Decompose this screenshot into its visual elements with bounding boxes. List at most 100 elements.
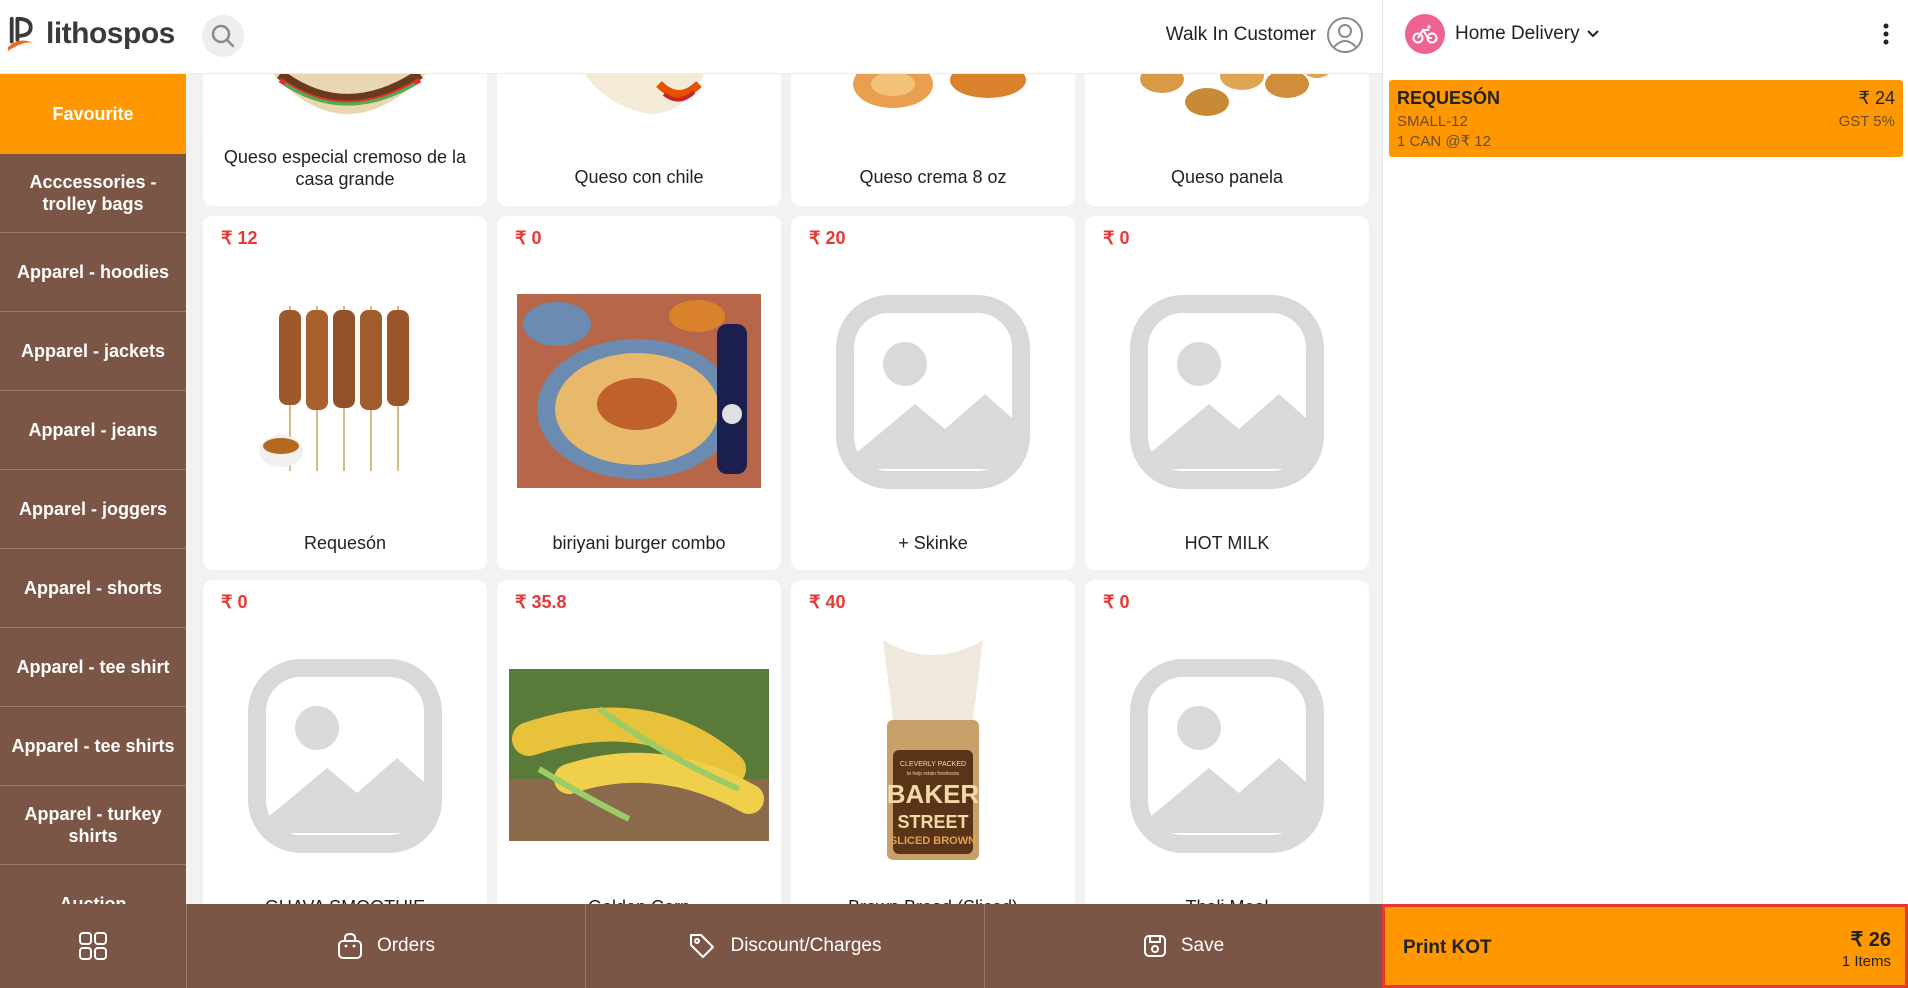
- category-apparel-hoodies[interactable]: Apparel - hoodies: [0, 233, 186, 312]
- product-card[interactable]: ₹ 0 biriyani burger combo: [497, 216, 781, 570]
- category-apparel-tee-shirts[interactable]: Apparel - tee shirts: [0, 707, 186, 786]
- grid-icon: [79, 932, 107, 960]
- bread-brand-line: STREET: [897, 812, 968, 832]
- product-price: ₹ 0: [1103, 592, 1130, 612]
- product-name: HOT MILK: [1184, 533, 1270, 553]
- save-icon: [1143, 935, 1166, 957]
- search-button[interactable]: [202, 15, 244, 57]
- order-item-gst: GST 5%: [1838, 113, 1895, 130]
- product-name: Requesón: [303, 533, 387, 553]
- product-card[interactable]: ₹ 20 + Skinke: [791, 216, 1075, 570]
- product-card[interactable]: ₹ 35.8 Golden Corn: [497, 580, 781, 904]
- order-type-selector[interactable]: Home Delivery: [1405, 14, 1600, 54]
- product-price: ₹ 12: [221, 228, 258, 248]
- orders-button[interactable]: Orders: [187, 904, 586, 988]
- discount-charges-button[interactable]: Discount/Charges: [586, 904, 985, 988]
- product-card[interactable]: Queso crema 8 oz: [791, 74, 1075, 206]
- product-card[interactable]: ₹ 0 Thali Meal: [1085, 580, 1369, 904]
- print-kot-button[interactable]: Print KOT ₹ 26 1 Items: [1382, 904, 1908, 988]
- bread-brand-line: CLEVERLY PACKED: [900, 761, 966, 768]
- product-card[interactable]: ₹ 40 CLEVERLY PACKED to help retain fres…: [791, 580, 1075, 904]
- product-name: Queso especial cremoso de la casa grande: [223, 147, 467, 189]
- wrap-photo: [497, 74, 781, 120]
- bread-brand-line: to help retain freshness: [907, 771, 959, 777]
- orders-label: Orders: [376, 935, 436, 956]
- top-header: lithospos Walk In Customer: [0, 0, 1382, 74]
- product-name: Brown Bread (Sliced): [801, 896, 1065, 904]
- category-favourite[interactable]: Favourite: [0, 74, 186, 154]
- product-price: ₹ 0: [1103, 228, 1130, 248]
- product-card[interactable]: ₹ 0 HOT MILK: [1085, 216, 1369, 570]
- shopping-bag-icon: [337, 932, 362, 959]
- order-line-item[interactable]: REQUESÓN ₹ 24 SMALL-12 GST 5% 1 CAN @₹ 1…: [1389, 80, 1903, 157]
- bread-brand-line: BAKER: [887, 779, 980, 809]
- pos-app: lithospos Walk In Customer Favourite Acc…: [0, 0, 1908, 988]
- order-total: ₹ 26: [1850, 929, 1891, 951]
- lithospos-logo-icon: [7, 16, 35, 52]
- biryani-pepsi-photo: [497, 294, 781, 488]
- bread-bag-photo: CLEVERLY PACKED to help retain freshness…: [791, 640, 1075, 864]
- product-card[interactable]: Queso panela: [1085, 74, 1369, 206]
- placeholder-image-icon: [203, 658, 487, 854]
- app-logo: lithospos: [6, 14, 175, 54]
- product-price: ₹ 40: [809, 592, 846, 612]
- user-avatar-icon: [1327, 17, 1363, 53]
- product-card[interactable]: ₹ 0 GUAVA SMOOTHIE: [203, 580, 487, 904]
- kebab-skewers-photo: [203, 296, 487, 476]
- order-item-name: REQUESÓN: [1397, 88, 1501, 108]
- product-price: ₹ 0: [515, 228, 542, 248]
- placeholder-image-icon: [1085, 658, 1369, 854]
- placeholder-image-icon: [1085, 294, 1369, 490]
- order-item-count: 1 Items: [1841, 953, 1891, 970]
- category-accessories-trolley-bags[interactable]: Acccessories - trolley bags: [0, 154, 186, 233]
- save-button[interactable]: Save: [985, 904, 1382, 988]
- product-name: Golden Corn: [507, 896, 771, 904]
- order-item-price: ₹ 24: [1858, 88, 1895, 108]
- order-type-label: Home Delivery: [1455, 23, 1580, 44]
- nuggets-photo: [1085, 74, 1369, 120]
- category-apparel-joggers[interactable]: Apparel - joggers: [0, 470, 186, 549]
- more-options-icon[interactable]: [1882, 22, 1890, 46]
- chevron-down-icon: [1586, 30, 1599, 38]
- product-price: ₹ 20: [809, 228, 846, 248]
- category-apparel-jackets[interactable]: Apparel - jackets: [0, 312, 186, 391]
- category-sidebar: Favourite Acccessories - trolley bags Ap…: [0, 74, 186, 904]
- print-kot-label: Print KOT: [1403, 937, 1492, 958]
- fried-chicken-photo: [791, 74, 1075, 120]
- discount-charges-label: Discount/Charges: [730, 935, 882, 956]
- product-name: GUAVA SMOOTHIE: [213, 896, 477, 904]
- placeholder-image-icon: [791, 294, 1075, 490]
- app-logo-text: lithospos: [46, 17, 175, 50]
- product-grid: Queso especial cremoso de la casa grande…: [186, 74, 1382, 904]
- product-name: biriyani burger combo: [552, 533, 726, 553]
- category-apparel-tee-shirt[interactable]: Apparel - tee shirt: [0, 628, 186, 707]
- product-price: ₹ 0: [221, 592, 248, 612]
- bottom-action-bar: Orders Discount/Charges Save: [0, 904, 1382, 988]
- corn-photo: [497, 669, 781, 841]
- order-item-qty: 1 CAN @₹ 12: [1397, 133, 1491, 150]
- bicycle-icon: [1405, 14, 1445, 54]
- search-icon: [211, 24, 235, 48]
- customer-selector[interactable]: Walk In Customer: [1166, 16, 1364, 54]
- product-card[interactable]: ₹ 12 Requesón: [203, 216, 487, 570]
- customer-name: Walk In Customer: [1165, 24, 1316, 45]
- category-apparel-shorts[interactable]: Apparel - shorts: [0, 549, 186, 628]
- order-item-variant: SMALL-12: [1397, 113, 1468, 130]
- product-name: Thali Meal: [1095, 896, 1359, 904]
- save-label: Save: [1180, 935, 1225, 956]
- product-card[interactable]: Queso especial cremoso de la casa grande: [203, 74, 487, 206]
- product-name: Queso con chile: [574, 167, 704, 187]
- product-name: Queso crema 8 oz: [859, 167, 1007, 187]
- product-name: + Skinke: [898, 533, 968, 553]
- bread-brand-line: SLICED BROWN: [890, 835, 976, 847]
- product-card[interactable]: Queso con chile: [497, 74, 781, 206]
- category-auction[interactable]: Auction: [0, 865, 186, 904]
- price-tag-icon: [690, 934, 715, 958]
- product-name: Queso panela: [1170, 167, 1284, 187]
- category-apparel-jeans[interactable]: Apparel - jeans: [0, 391, 186, 470]
- order-panel: Home Delivery REQUESÓN ₹ 24 SMALL-12 GST…: [1382, 0, 1908, 904]
- burrito-photo: [203, 74, 487, 120]
- grid-view-button[interactable]: [0, 904, 187, 988]
- category-apparel-turkey-shirts[interactable]: Apparel - turkey shirts: [0, 786, 186, 865]
- product-price: ₹ 35.8: [515, 592, 567, 612]
